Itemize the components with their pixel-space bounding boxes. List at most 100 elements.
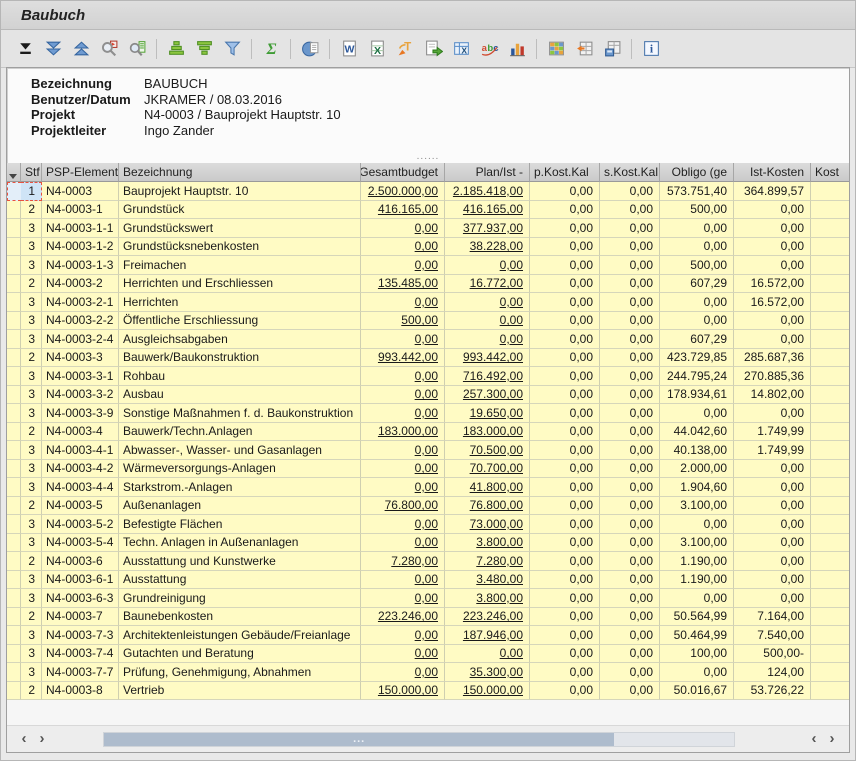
cell-p-kost-kal[interactable]: 0,00 [530, 515, 600, 534]
cell-s-kost-kal[interactable]: 0,00 [600, 478, 660, 497]
cell-p-kost-kal[interactable]: 0,00 [530, 552, 600, 571]
drilldown-link[interactable]: 0,00 [500, 646, 523, 660]
row-select-cell[interactable] [7, 404, 21, 423]
cell-plan-ist[interactable]: 70.500,00 [445, 441, 530, 460]
cell-p-kost-kal[interactable]: 0,00 [530, 349, 600, 368]
cell-psp-element[interactable]: N4-0003-6-1 [42, 571, 119, 590]
row-select-cell[interactable] [7, 256, 21, 275]
cell-psp-element[interactable]: N4-0003-6-3 [42, 589, 119, 608]
drilldown-link[interactable]: 19.650,00 [470, 406, 523, 420]
xxl-export-icon[interactable]: X [448, 37, 474, 60]
cell-plan-ist[interactable]: 3.800,00 [445, 589, 530, 608]
cell-gesamtbudget[interactable]: 0,00 [361, 367, 445, 386]
cell-plan-ist[interactable]: 150.000,00 [445, 682, 530, 701]
cell-ist-kosten[interactable]: 7.164,00 [734, 608, 811, 627]
cell-obligo[interactable]: 1.190,00 [660, 552, 734, 571]
cell-stf[interactable]: 3 [21, 312, 42, 331]
cell-stf[interactable]: 3 [21, 663, 42, 682]
row-select-cell[interactable] [7, 238, 21, 257]
drilldown-link[interactable]: 70.500,00 [470, 443, 523, 457]
cell-s-kost-kal[interactable]: 0,00 [600, 275, 660, 294]
cell-ist-kosten[interactable]: 0,00 [734, 571, 811, 590]
cell-ist-kosten[interactable]: 0,00 [734, 312, 811, 331]
cell-s-kost-kal[interactable]: 0,00 [600, 386, 660, 405]
cell-stf[interactable]: 3 [21, 404, 42, 423]
cell-ist-kosten[interactable]: 270.885,36 [734, 367, 811, 386]
cell-obligo[interactable]: 244.795,24 [660, 367, 734, 386]
cell-obligo[interactable]: 3.100,00 [660, 534, 734, 553]
row-select-cell[interactable] [7, 182, 21, 201]
cell-obligo[interactable]: 50.564,99 [660, 608, 734, 627]
cell-plan-ist[interactable]: 187.946,00 [445, 626, 530, 645]
cell-bezeichnung[interactable]: Sonstige Maßnahmen f. d. Baukonstruktion [119, 404, 361, 423]
cell-obligo[interactable]: 423.729,85 [660, 349, 734, 368]
cell-stf[interactable]: 2 [21, 682, 42, 701]
splitter-grip[interactable]: ...... [7, 150, 849, 163]
cell-gesamtbudget[interactable]: 0,00 [361, 571, 445, 590]
cell-plan-ist[interactable]: 377.937,00 [445, 219, 530, 238]
cell-gesamtbudget[interactable]: 135.485,00 [361, 275, 445, 294]
cell-psp-element[interactable]: N4-0003-4-1 [42, 441, 119, 460]
sort-descending-icon[interactable] [191, 37, 217, 60]
drilldown-link[interactable]: 3.800,00 [476, 535, 523, 549]
cell-stf[interactable]: 2 [21, 349, 42, 368]
cell-s-kost-kal[interactable]: 0,00 [600, 663, 660, 682]
row-select-cell[interactable] [7, 201, 21, 220]
cell-plan-ist[interactable]: 76.800,00 [445, 497, 530, 516]
drilldown-link[interactable]: 150.000,00 [463, 683, 523, 697]
cell-gesamtbudget[interactable]: 0,00 [361, 256, 445, 275]
row-select-cell[interactable] [7, 608, 21, 627]
drilldown-link[interactable]: 7.280,00 [391, 554, 438, 568]
cell-s-kost-kal[interactable]: 0,00 [600, 626, 660, 645]
drilldown-link[interactable]: 2.500.000,00 [368, 184, 438, 198]
cell-ist-kosten[interactable]: 0,00 [734, 460, 811, 479]
cell-bezeichnung[interactable]: Herrichten [119, 293, 361, 312]
cell-ist-kosten[interactable]: 0,00 [734, 201, 811, 220]
expand-all-icon[interactable] [40, 37, 66, 60]
cell-stf[interactable]: 3 [21, 571, 42, 590]
cell-gesamtbudget[interactable]: 0,00 [361, 589, 445, 608]
drilldown-link[interactable]: 416.165,00 [463, 202, 523, 216]
cell-obligo[interactable]: 0,00 [660, 238, 734, 257]
cell-bezeichnung[interactable]: Vertrieb [119, 682, 361, 701]
scrollbar-track[interactable]: ... [103, 732, 735, 747]
row-select-cell[interactable] [7, 275, 21, 294]
cell-gesamtbudget[interactable]: 0,00 [361, 460, 445, 479]
cell-p-kost-kal[interactable]: 0,00 [530, 367, 600, 386]
cell-psp-element[interactable]: N4-0003-3 [42, 349, 119, 368]
drilldown-link[interactable]: 0,00 [415, 443, 438, 457]
cell-stf[interactable]: 3 [21, 367, 42, 386]
drilldown-link[interactable]: 2.185.418,00 [453, 184, 523, 198]
row-select-cell[interactable] [7, 515, 21, 534]
cell-ist-kosten[interactable]: 364.899,57 [734, 182, 811, 201]
row-select-cell[interactable] [7, 626, 21, 645]
cell-psp-element[interactable]: N4-0003-1-1 [42, 219, 119, 238]
find-next-icon[interactable] [124, 37, 150, 60]
cell-ist-kosten[interactable]: 0,00 [734, 238, 811, 257]
cell-p-kost-kal[interactable]: 0,00 [530, 386, 600, 405]
find-icon[interactable] [96, 37, 122, 60]
drilldown-link[interactable]: 0,00 [415, 665, 438, 679]
cell-ist-kosten[interactable]: 14.802,00 [734, 386, 811, 405]
cell-s-kost-kal[interactable]: 0,00 [600, 330, 660, 349]
cell-p-kost-kal[interactable]: 0,00 [530, 645, 600, 664]
cell-ist-kosten[interactable]: 0,00 [734, 219, 811, 238]
cell-p-kost-kal[interactable]: 0,00 [530, 404, 600, 423]
cell-plan-ist[interactable]: 183.000,00 [445, 423, 530, 442]
drilldown-link[interactable]: 183.000,00 [463, 424, 523, 438]
row-select-cell[interactable] [7, 460, 21, 479]
cell-s-kost-kal[interactable]: 0,00 [600, 238, 660, 257]
row-select-cell[interactable] [7, 423, 21, 442]
row-select-cell[interactable] [7, 312, 21, 331]
cell-gesamtbudget[interactable]: 0,00 [361, 515, 445, 534]
cell-bezeichnung[interactable]: Befestigte Flächen [119, 515, 361, 534]
cell-bezeichnung[interactable]: Herrichten und Erschliessen [119, 275, 361, 294]
cell-ist-kosten[interactable]: 0,00 [734, 256, 811, 275]
cell-bezeichnung[interactable]: Gutachten und Beratung [119, 645, 361, 664]
word-processing-icon[interactable]: W [336, 37, 362, 60]
cell-p-kost-kal[interactable]: 0,00 [530, 460, 600, 479]
cell-s-kost-kal[interactable]: 0,00 [600, 423, 660, 442]
cell-p-kost-kal[interactable]: 0,00 [530, 238, 600, 257]
drilldown-link[interactable]: 0,00 [415, 332, 438, 346]
cell-psp-element[interactable]: N4-0003-5-4 [42, 534, 119, 553]
